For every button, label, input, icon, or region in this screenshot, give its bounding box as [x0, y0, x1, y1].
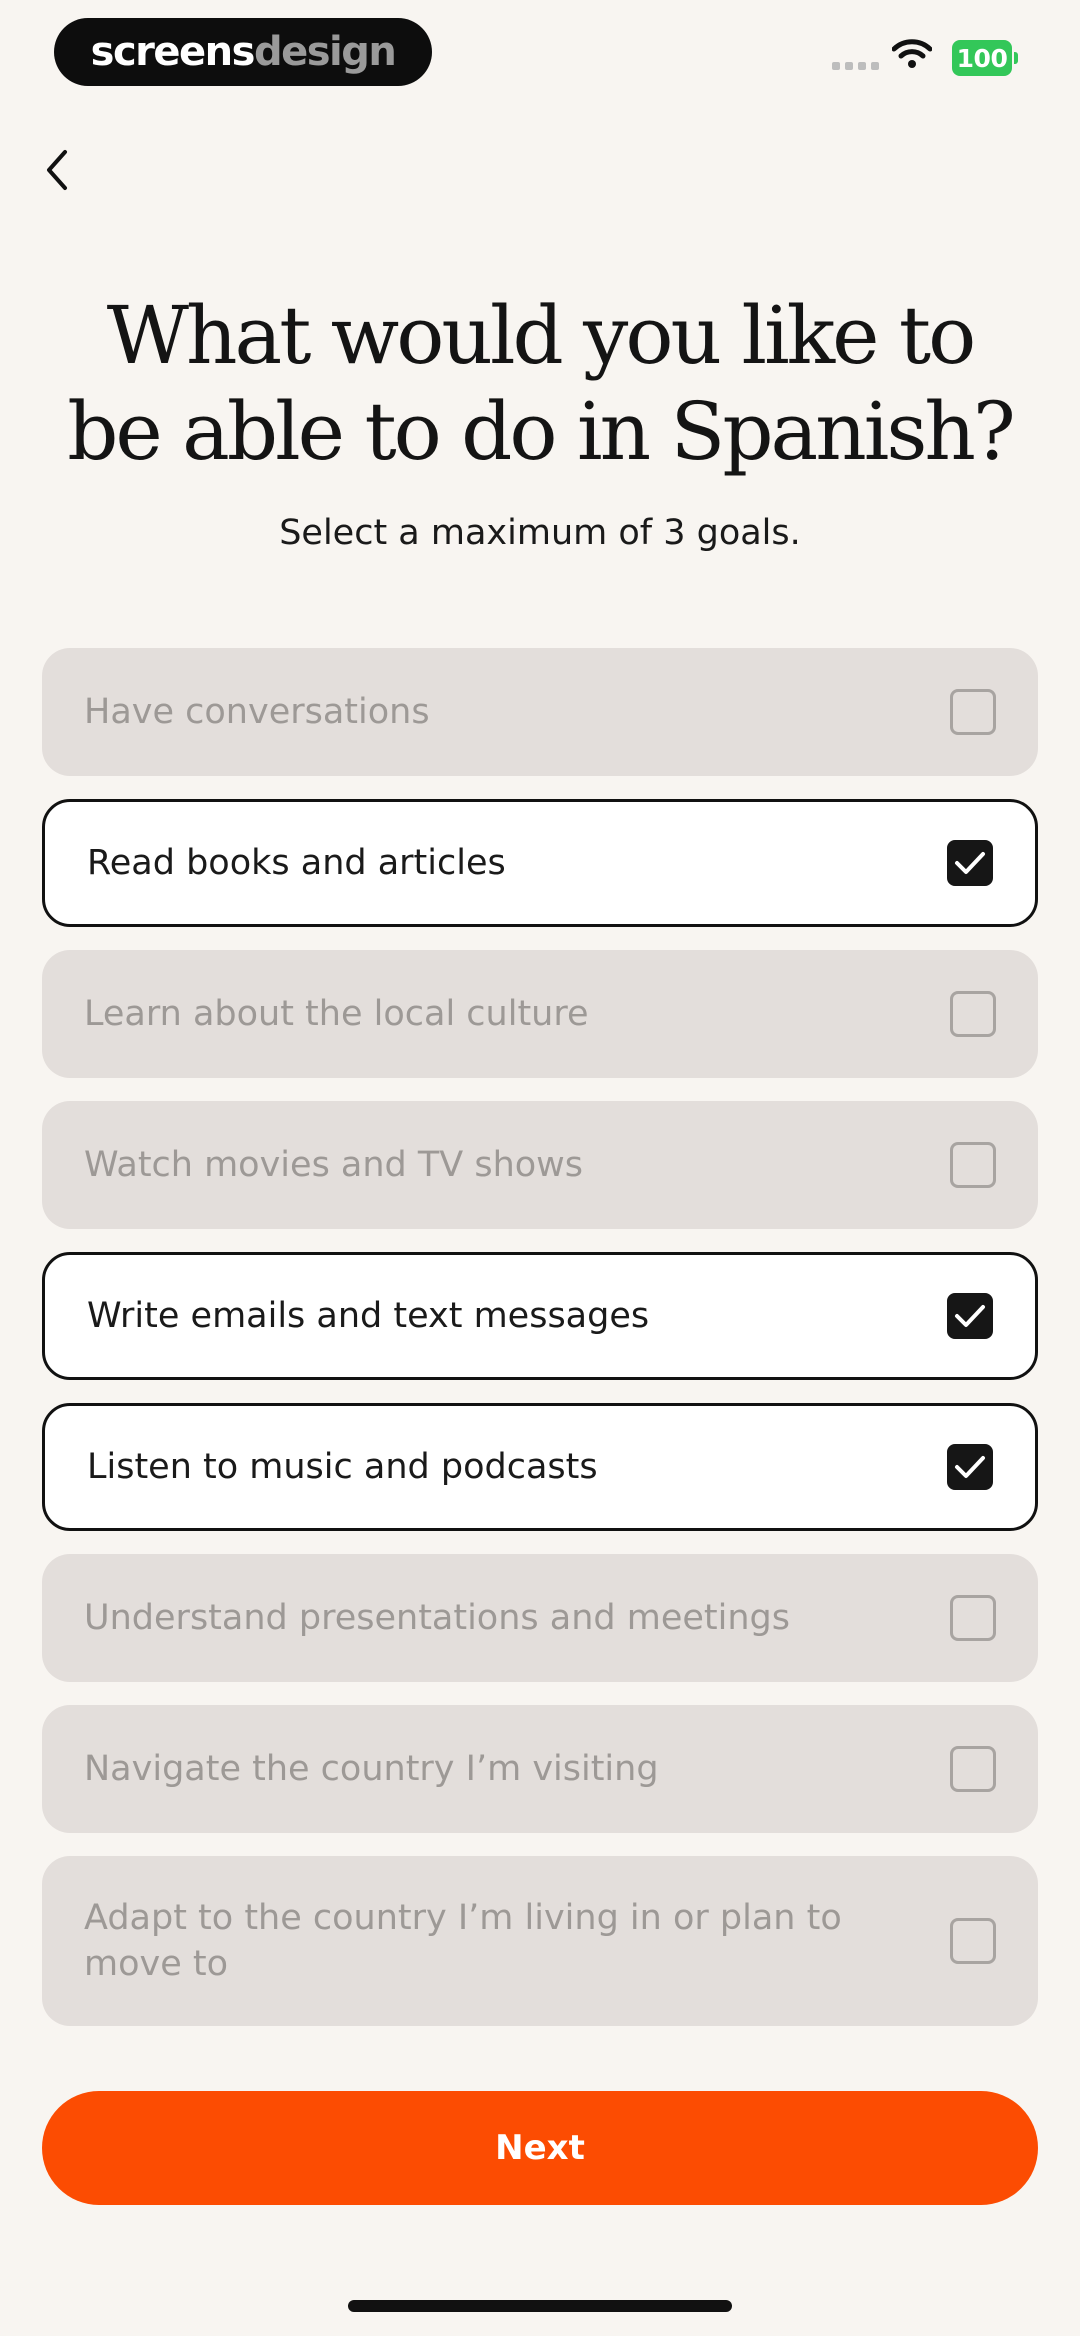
- checkbox[interactable]: [947, 1444, 993, 1490]
- goal-label: Write emails and text messages: [87, 1296, 650, 1336]
- goal-option[interactable]: Adapt to the country I’m living in or pl…: [42, 1856, 1038, 2026]
- brand-primary-text: screens: [90, 29, 256, 75]
- home-indicator: [348, 2300, 732, 2312]
- goal-option[interactable]: Have conversations: [42, 648, 1038, 776]
- check-icon: [955, 852, 985, 874]
- brand-secondary-text: design: [253, 29, 397, 75]
- battery-level: 100: [956, 43, 1008, 73]
- checkbox[interactable]: [950, 689, 996, 735]
- chevron-left-icon: [47, 150, 67, 190]
- page-subtitle: Select a maximum of 3 goals.: [279, 513, 801, 553]
- battery-indicator: 100: [952, 40, 1018, 76]
- check-icon: [955, 1305, 985, 1327]
- goal-label: Understand presentations and meetings: [84, 1598, 790, 1638]
- checkbox[interactable]: [950, 1595, 996, 1641]
- goal-label: Have conversations: [84, 692, 430, 732]
- goal-option[interactable]: Watch movies and TV shows: [42, 1101, 1038, 1229]
- status-bar: screens design 100: [0, 0, 1080, 110]
- signal-icon: [832, 62, 879, 70]
- page-title: What would you like to be able to do in …: [67, 289, 1016, 478]
- wifi-icon: [891, 38, 933, 74]
- goal-label: Listen to music and podcasts: [87, 1447, 598, 1487]
- goal-label: Read books and articles: [87, 843, 506, 883]
- checkbox[interactable]: [950, 1746, 996, 1792]
- back-button[interactable]: [32, 140, 82, 200]
- checkbox[interactable]: [950, 1142, 996, 1188]
- goal-label: Navigate the country I’m visiting: [84, 1749, 659, 1789]
- goal-option[interactable]: Read books and articles: [42, 799, 1038, 927]
- goal-option[interactable]: Navigate the country I’m visiting: [42, 1705, 1038, 1833]
- goal-option[interactable]: Learn about the local culture: [42, 950, 1038, 1078]
- next-button[interactable]: Next: [42, 2091, 1038, 2205]
- checkbox[interactable]: [947, 1293, 993, 1339]
- check-icon: [955, 1456, 985, 1478]
- goal-option[interactable]: Listen to music and podcasts: [42, 1403, 1038, 1531]
- checkbox[interactable]: [950, 1918, 996, 1964]
- goal-label: Learn about the local culture: [84, 994, 589, 1034]
- goal-option[interactable]: Understand presentations and meetings: [42, 1554, 1038, 1682]
- goal-list: Have conversations Read books and articl…: [42, 648, 1038, 2049]
- brand-logo: screens design: [54, 18, 432, 86]
- goal-label: Adapt to the country I’m living in or pl…: [84, 1898, 842, 1984]
- goal-label: Watch movies and TV shows: [84, 1145, 584, 1185]
- checkbox[interactable]: [950, 991, 996, 1037]
- goal-option[interactable]: Write emails and text messages: [42, 1252, 1038, 1380]
- checkbox[interactable]: [947, 840, 993, 886]
